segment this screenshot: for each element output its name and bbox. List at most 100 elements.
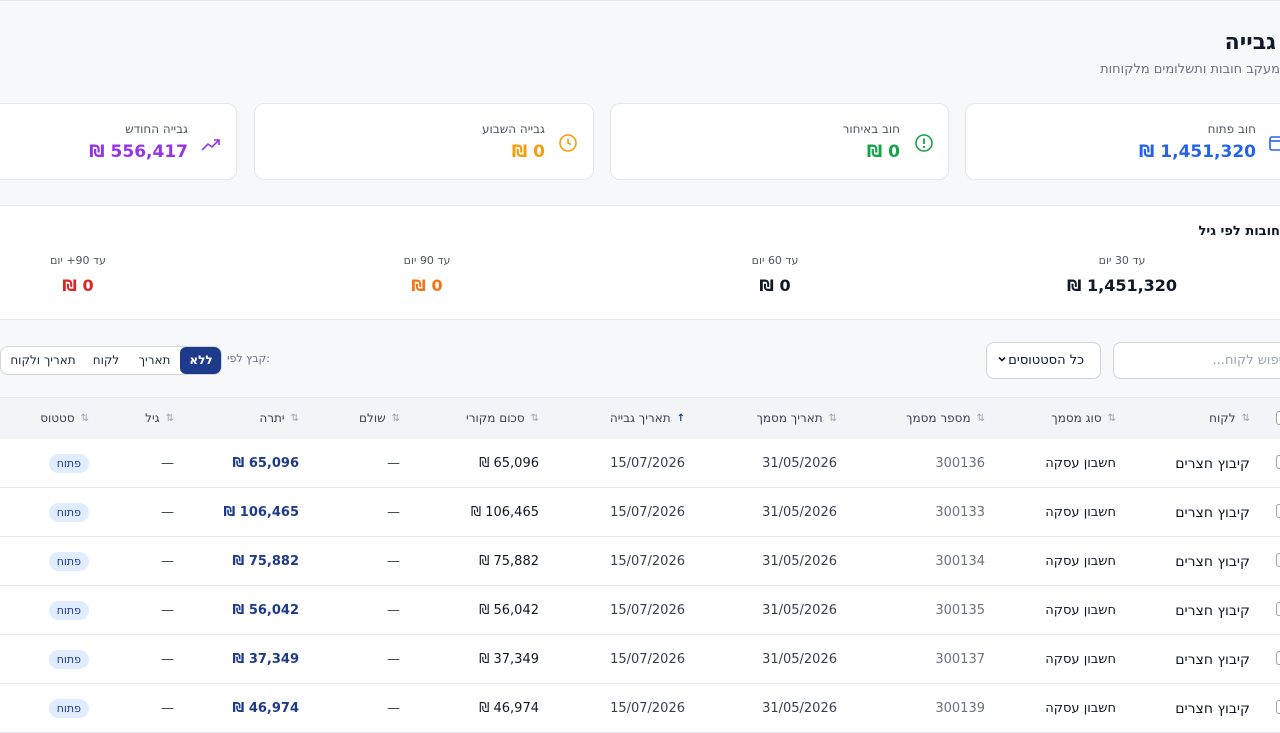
cell-doc-date: 31/05/2026 — [762, 554, 837, 569]
cell-doc-number: 300139 — [935, 701, 985, 716]
row-checkbox[interactable] — [1276, 602, 1280, 616]
group-option-customer[interactable]: לקוח — [85, 347, 127, 374]
aging-bucket-90-plus: עד 90+ יום ₪ 0 — [0, 254, 168, 295]
cell-balance: ₪ 65,096 — [232, 456, 299, 471]
cell-paid: — — [387, 456, 400, 471]
column-label: סטטוס — [40, 411, 75, 425]
table-row[interactable]: קיבוץ חצרים חשבון עסקה 300139 31/05/2026… — [0, 684, 1280, 733]
column-header-doc-date[interactable]: תאריך מסמך ⇅ — [756, 411, 837, 425]
cell-paid: — — [387, 505, 400, 520]
column-header-customer[interactable]: לקוח ⇅ — [1209, 411, 1250, 425]
top-border — [0, 0, 1280, 1]
kpi-value: ₪ 0 — [511, 142, 545, 162]
page-subtitle: מעקב חובות ותשלומים מלקוחות — [1100, 62, 1280, 77]
sort-icon: ⇅ — [1241, 412, 1250, 424]
sort-icon: ⇅ — [80, 412, 89, 424]
status-select-value: כל הסטטוסים — [1008, 353, 1084, 368]
bucket-label: עד 90 יום — [403, 254, 451, 267]
sort-icon: ⇅ — [391, 412, 400, 424]
bucket-value: ₪ 0 — [759, 276, 791, 295]
cell-doc-type: חשבון עסקה — [1045, 652, 1116, 667]
group-option-date[interactable]: תאריך — [131, 347, 178, 374]
status-badge: פתוח — [48, 454, 89, 473]
kpi-card-open-debt: חוב פתוח ₪ 1,451,320 — [965, 103, 1280, 180]
status-select[interactable]: כל הסטטוסים — [986, 342, 1101, 379]
column-label: תאריך מסמך — [756, 411, 823, 425]
column-header-doc-number[interactable]: מספר מסמך ⇅ — [906, 411, 985, 425]
kpi-label: חוב באיחור — [842, 122, 900, 136]
table-row[interactable]: קיבוץ חצרים חשבון עסקה 300133 31/05/2026… — [0, 488, 1280, 537]
column-label: סכום מקורי — [466, 411, 525, 425]
table-row[interactable]: קיבוץ חצרים חשבון עסקה 300134 31/05/2026… — [0, 537, 1280, 586]
column-header-age[interactable]: גיל ⇅ — [145, 411, 174, 425]
bucket-value: ₪ 1,451,320 — [1066, 276, 1178, 295]
alert-circle-icon — [915, 134, 933, 152]
cell-due-date: 15/07/2026 — [610, 456, 685, 471]
cell-due-date: 15/07/2026 — [610, 505, 685, 520]
sort-ascending-icon: ↑ — [676, 412, 685, 424]
cell-balance: ₪ 46,974 — [232, 701, 299, 716]
column-label: סוג מסמך — [1051, 411, 1102, 425]
cell-customer: קיבוץ חצרים — [1175, 701, 1250, 717]
cell-doc-date: 31/05/2026 — [762, 652, 837, 667]
cell-doc-date: 31/05/2026 — [762, 701, 837, 716]
row-checkbox[interactable] — [1276, 553, 1280, 567]
cell-due-date: 15/07/2026 — [610, 652, 685, 667]
clock-icon — [559, 134, 577, 152]
kpi-card-overdue-debt: חוב באיחור ₪ 0 — [610, 103, 949, 180]
cell-customer: קיבוץ חצרים — [1175, 554, 1250, 570]
status-badge: פתוח — [48, 552, 89, 571]
column-header-balance[interactable]: יתרה ⇅ — [259, 411, 299, 425]
sort-icon: ⇅ — [530, 412, 539, 424]
column-header-doc-type[interactable]: סוג מסמך ⇅ — [1051, 411, 1116, 425]
row-checkbox[interactable] — [1276, 700, 1280, 714]
cell-due-date: 15/07/2026 — [610, 554, 685, 569]
group-option-date-and-customer[interactable]: תאריך ולקוח — [3, 347, 83, 374]
column-label: לקוח — [1209, 411, 1236, 425]
cell-paid: — — [387, 554, 400, 569]
sort-icon: ⇅ — [828, 412, 837, 424]
aging-bucket-30: עד 30 יום ₪ 1,451,320 — [1032, 254, 1212, 295]
table-row[interactable]: קיבוץ חצרים חשבון עסקה 300136 31/05/2026… — [0, 439, 1280, 488]
bucket-value: ₪ 0 — [411, 276, 443, 295]
column-header-status[interactable]: סטטוס ⇅ — [40, 411, 89, 425]
cell-doc-date: 31/05/2026 — [762, 505, 837, 520]
column-header-paid[interactable]: שולם ⇅ — [359, 411, 400, 425]
status-badge: פתוח — [48, 503, 89, 522]
column-label: מספר מסמך — [906, 411, 971, 425]
cell-customer: קיבוץ חצרים — [1175, 652, 1250, 668]
cell-doc-type: חשבון עסקה — [1045, 701, 1116, 716]
bucket-label: עד 60 יום — [751, 254, 799, 267]
cell-customer: קיבוץ חצרים — [1175, 456, 1250, 472]
row-checkbox[interactable] — [1276, 455, 1280, 469]
cell-original-amount: ₪ 37,349 — [479, 652, 539, 667]
cell-doc-number: 300137 — [935, 652, 985, 667]
cell-customer: קיבוץ חצרים — [1175, 505, 1250, 521]
cell-balance: ₪ 56,042 — [232, 603, 299, 618]
wallet-icon — [1269, 136, 1280, 151]
cell-age: — — [161, 701, 174, 716]
row-checkbox[interactable] — [1276, 504, 1280, 518]
search-input[interactable] — [1113, 342, 1280, 379]
sort-icon: ⇅ — [976, 412, 985, 424]
group-by-label: קבץ לפי: — [227, 352, 270, 365]
cell-age: — — [161, 554, 174, 569]
cell-age: — — [161, 505, 174, 520]
sort-icon: ⇅ — [1107, 412, 1116, 424]
kpi-card-monthly-collection: גבייה החודש ₪ 556,417 — [0, 103, 237, 180]
aging-panel: חובות לפי גיל עד 30 יום ₪ 1,451,320 עד 6… — [0, 205, 1280, 320]
column-header-original-amount[interactable]: סכום מקורי ⇅ — [466, 411, 539, 425]
group-option-none[interactable]: ללא — [180, 347, 221, 374]
table-row[interactable]: קיבוץ חצרים חשבון עסקה 300137 31/05/2026… — [0, 635, 1280, 684]
aging-bucket-60: עד 60 יום ₪ 0 — [685, 254, 865, 295]
table-row[interactable]: קיבוץ חצרים חשבון עסקה 300135 31/05/2026… — [0, 586, 1280, 635]
sort-icon: ⇅ — [290, 412, 299, 424]
table-header: לקוח ⇅ סוג מסמך ⇅ מספר מסמך ⇅ תאריך מסמך ⇅ ת… — [0, 397, 1280, 439]
column-header-due-date[interactable]: תאריך גבייה ↑ — [610, 411, 685, 425]
row-checkbox[interactable] — [1276, 651, 1280, 665]
cell-balance: ₪ 37,349 — [232, 652, 299, 667]
page-title: גבייה — [1224, 30, 1276, 55]
status-badge: פתוח — [48, 699, 89, 718]
select-all-checkbox[interactable] — [1276, 411, 1280, 425]
cell-doc-number: 300133 — [935, 505, 985, 520]
